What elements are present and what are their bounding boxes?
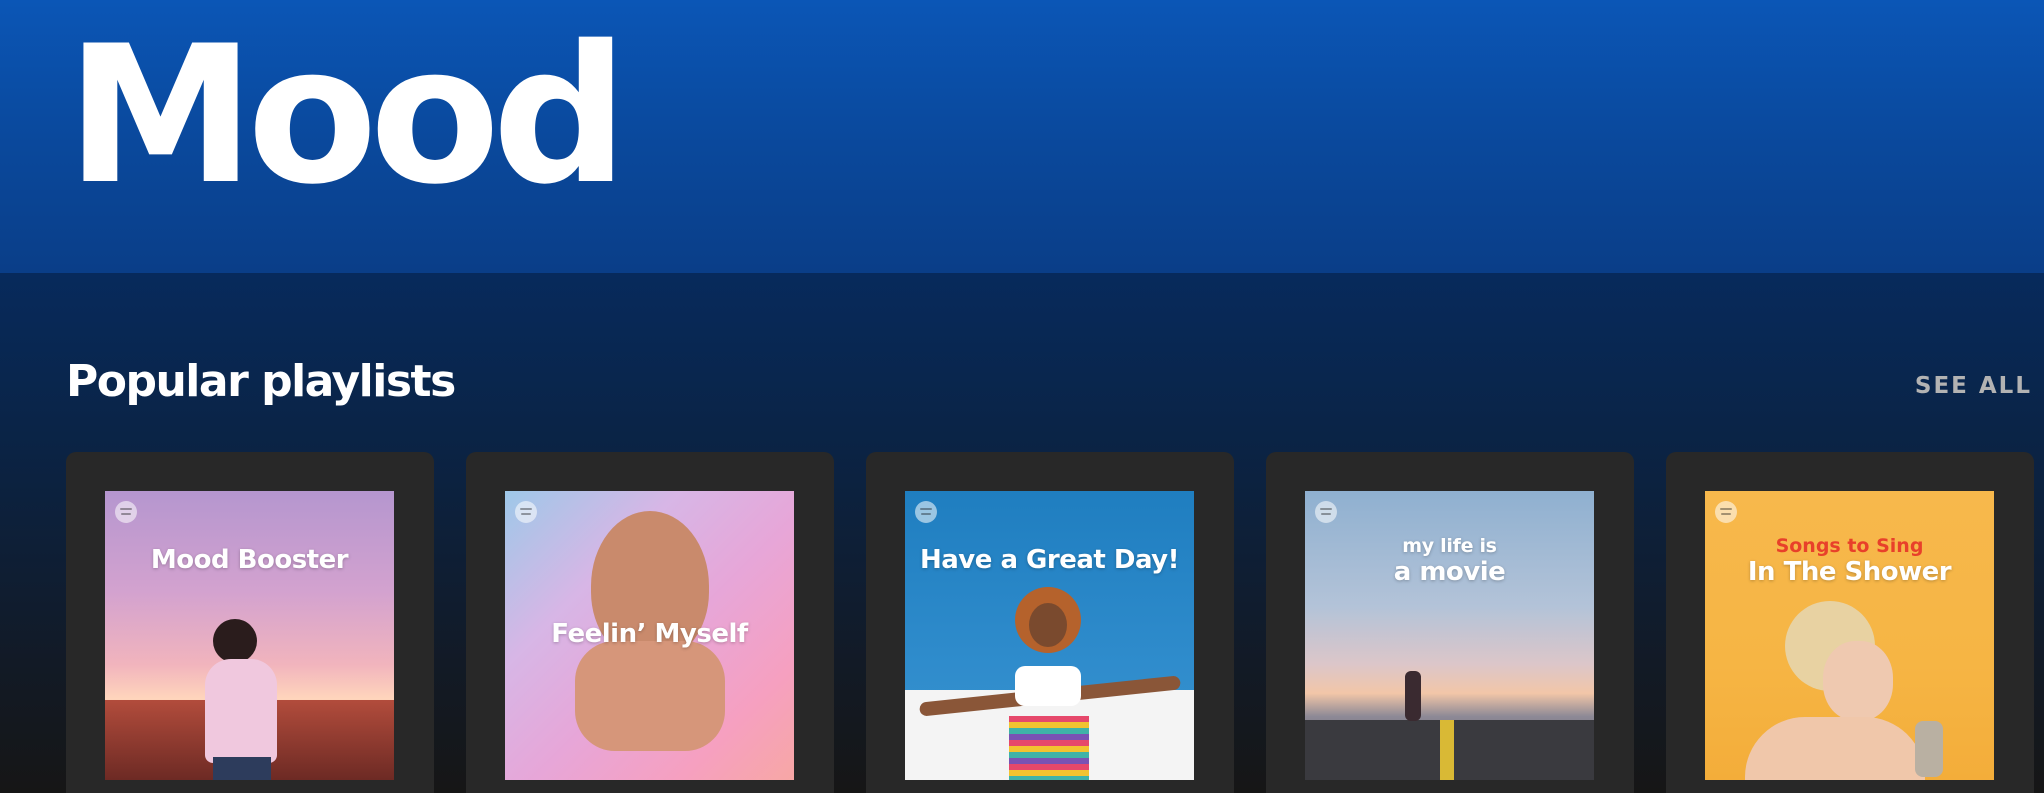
shower-head-icon	[1915, 721, 1943, 777]
playlist-cover: Have a Great Day!	[905, 491, 1194, 780]
shoulders-illustration	[1745, 717, 1925, 780]
cover-title: Have a Great Day!	[920, 545, 1180, 575]
content-area: Popular playlists SEE ALL Mood Booster F…	[0, 273, 2044, 793]
playlist-cover: Feelin’ Myself	[505, 491, 794, 780]
section-title: Popular playlists	[66, 356, 456, 407]
playlist-cover: Songs to Sing In The Shower	[1705, 491, 1994, 780]
jeans-illustration	[213, 757, 271, 780]
top-illustration	[1015, 666, 1081, 706]
face-illustration	[1823, 641, 1893, 721]
person-illustration	[213, 619, 257, 663]
page-title: Mood	[66, 5, 628, 226]
spotify-logo-icon	[515, 501, 537, 523]
skirt-illustration	[1009, 716, 1089, 780]
hero-header: Mood	[0, 0, 2044, 273]
playlist-cover: my life is a movie	[1305, 491, 1594, 780]
playlist-card-songs-to-sing-in-the-shower[interactable]: Songs to Sing In The Shower	[1666, 452, 2034, 793]
cover-title: a movie	[1393, 557, 1506, 587]
cover-subtitle: my life is	[1402, 535, 1497, 557]
cover-title: Mood Booster	[150, 545, 349, 575]
road-line-illustration	[1440, 720, 1454, 780]
spotify-logo-icon	[915, 501, 937, 523]
skater-illustration	[1405, 671, 1421, 721]
cover-subtitle: Songs to Sing	[1775, 535, 1924, 557]
cover-title: In The Shower	[1747, 557, 1952, 587]
playlist-card-feelin-myself[interactable]: Feelin’ Myself	[466, 452, 834, 793]
playlist-card-my-life-is-a-movie[interactable]: my life is a movie	[1266, 452, 1634, 793]
see-all-link[interactable]: SEE ALL	[1915, 373, 2032, 399]
spotify-logo-icon	[1715, 501, 1737, 523]
shirt-illustration	[205, 659, 277, 763]
playlist-card-have-a-great-day[interactable]: Have a Great Day!	[866, 452, 1234, 793]
face-illustration	[1029, 603, 1067, 647]
playlist-cover: Mood Booster	[105, 491, 394, 780]
spotify-logo-icon	[115, 501, 137, 523]
cover-title: Feelin’ Myself	[551, 619, 748, 649]
playlist-card-mood-booster[interactable]: Mood Booster	[66, 452, 434, 793]
hands-illustration	[575, 641, 725, 751]
spotify-logo-icon	[1315, 501, 1337, 523]
mood-page: Mood Popular playlists SEE ALL Mood Boos…	[0, 0, 2044, 793]
